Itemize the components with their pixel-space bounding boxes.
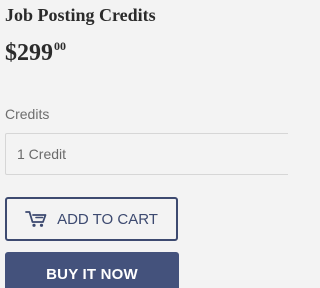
credits-label: Credits bbox=[5, 106, 50, 122]
product-title: Job Posting Credits bbox=[5, 5, 156, 25]
add-to-cart-label: ADD TO CART bbox=[57, 210, 158, 228]
credits-select-value: 1 Credit bbox=[17, 146, 67, 162]
cart-icon bbox=[25, 210, 47, 228]
product-price: $29900 bbox=[5, 40, 66, 65]
credits-select[interactable]: 1 Credit bbox=[5, 133, 288, 175]
price-cents: 00 bbox=[54, 39, 66, 53]
add-to-cart-button[interactable]: ADD TO CART bbox=[5, 197, 178, 241]
product-page: Job Posting Credits $29900 Credits 1 Cre… bbox=[0, 0, 288, 288]
price-main: $299 bbox=[5, 40, 53, 66]
buy-it-now-label: BUY IT NOW bbox=[46, 265, 138, 283]
buy-it-now-button[interactable]: BUY IT NOW bbox=[5, 252, 179, 288]
